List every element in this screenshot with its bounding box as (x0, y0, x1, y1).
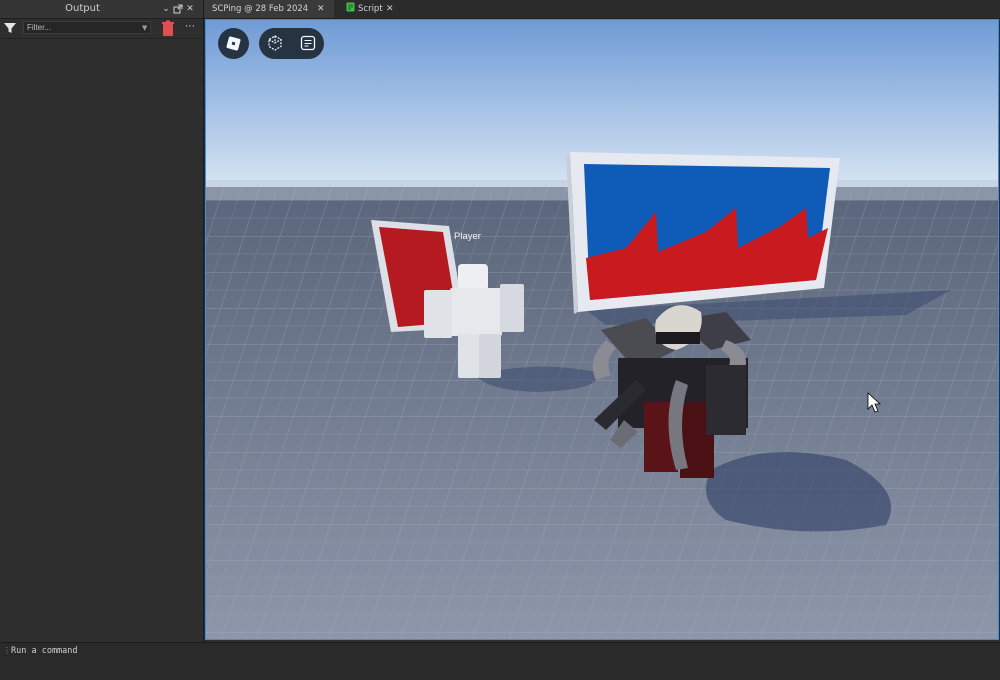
chat-button[interactable] (292, 28, 324, 59)
roblox-menu-icon (226, 36, 241, 51)
output-toolbar: ▼ ⋯ (0, 19, 203, 39)
output-panel-title: Output (65, 3, 100, 14)
scene-render[interactable]: Player (206, 20, 999, 640)
large-sign (566, 152, 840, 314)
script-icon (346, 2, 355, 12)
tab-script-label: Script (358, 4, 383, 14)
close-icon[interactable]: ✕ (386, 0, 394, 18)
undock-icon[interactable] (172, 0, 184, 18)
chevron-down-icon[interactable]: ▼ (142, 22, 150, 34)
cube-button[interactable] (259, 28, 291, 59)
chevron-down-icon[interactable]: ⌄ (160, 0, 172, 18)
more-options-icon[interactable]: ⋯ (183, 20, 197, 36)
output-panel-header: Output ⌄ ✕ (0, 0, 203, 19)
command-bar: ⋮ (0, 642, 1000, 659)
filter-icon[interactable] (3, 21, 17, 35)
tab-place[interactable]: SCPing @ 28 Feb 2024 11:16 ✕ (204, 0, 334, 32)
viewport-tool-group (259, 28, 324, 59)
chat-icon (300, 35, 316, 51)
filter-input[interactable] (23, 21, 151, 34)
command-input[interactable] (11, 643, 611, 659)
trash-icon[interactable] (161, 20, 175, 37)
tab-script[interactable]: Script ✕ (338, 0, 400, 18)
cube-icon (268, 35, 282, 51)
close-icon[interactable]: ✕ (184, 0, 196, 18)
roblox-menu-button[interactable] (218, 28, 249, 59)
status-bar (0, 659, 1000, 680)
command-prompt-icon: ⋮ (3, 646, 11, 655)
player-nametag: Player (454, 231, 481, 242)
close-icon[interactable]: ✕ (317, 0, 325, 18)
game-viewport[interactable]: Player (205, 19, 999, 640)
output-panel: Output ⌄ ✕ ▼ ⋯ (0, 0, 204, 642)
